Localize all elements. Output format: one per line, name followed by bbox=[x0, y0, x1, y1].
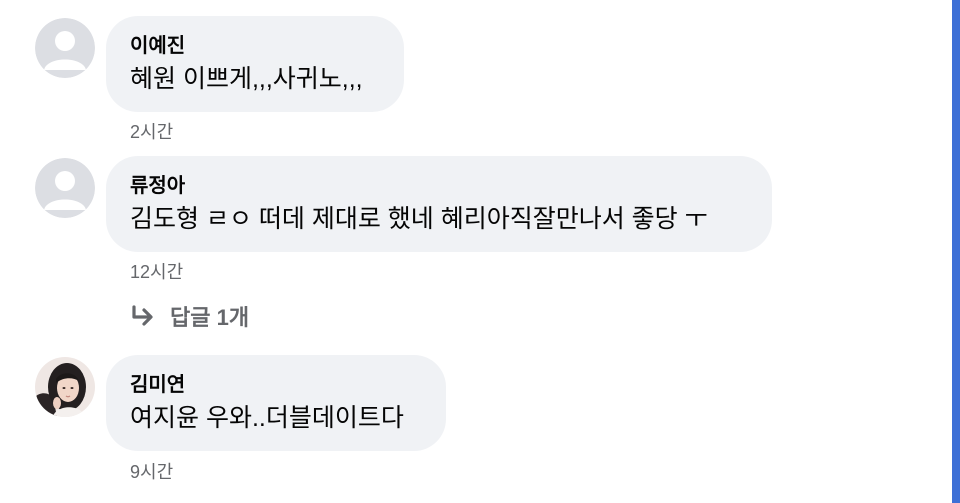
comment-timestamp[interactable]: 2시간 bbox=[130, 118, 173, 144]
comment-text: 혜원 이쁘게,,,사귀노,,, bbox=[130, 65, 363, 93]
comment-author[interactable]: 이예진 bbox=[130, 34, 380, 58]
comment-text: 김도형 ㄹㅇ 떠데 제대로 했네 혜리아직잘만나서 좋당 ㅜ bbox=[130, 205, 708, 233]
default-avatar-icon[interactable] bbox=[35, 158, 95, 218]
comment-text: 여지윤 우와..더블데이트다 bbox=[130, 404, 404, 432]
view-replies-link[interactable]: 답글 1개 bbox=[130, 298, 249, 334]
comment-author[interactable]: 류정아 bbox=[130, 174, 748, 198]
profile-photo[interactable] bbox=[35, 357, 95, 417]
comment-author[interactable]: 김미연 bbox=[130, 373, 422, 397]
default-avatar-icon[interactable] bbox=[35, 18, 95, 78]
view-replies-label[interactable]: 답글 1개 bbox=[170, 300, 249, 332]
comment-bubble: 류정아 김도형 ㄹㅇ 떠데 제대로 했네 혜리아직잘만나서 좋당 ㅜ bbox=[106, 156, 772, 252]
comment-timestamp[interactable]: 12시간 bbox=[130, 258, 183, 284]
window-edge bbox=[952, 0, 960, 503]
comment-timestamp[interactable]: 9시간 bbox=[130, 458, 173, 484]
comment-bubble: 김미연 여지윤 우와..더블데이트다 bbox=[106, 355, 446, 451]
reply-arrow-icon bbox=[130, 305, 156, 327]
comment-bubble: 이예진 혜원 이쁘게,,,사귀노,,, bbox=[106, 16, 404, 112]
